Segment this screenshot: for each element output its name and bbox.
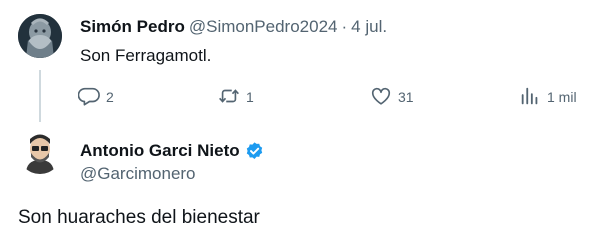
reply-author-handle[interactable]: @Garcimonero (80, 164, 196, 184)
parent-tweet-time[interactable]: 4 jul. (351, 17, 387, 37)
avatar-simon-pedro[interactable] (18, 14, 62, 58)
parent-tweet-text: Son Ferragamotl. (80, 46, 212, 65)
verified-badge-icon (244, 141, 265, 162)
reply-icon (77, 85, 100, 110)
retweet-icon (218, 85, 240, 110)
avatar-antonio-garci-nieto[interactable] (18, 130, 62, 174)
parent-author-handle[interactable]: @SimonPedro2024 (189, 17, 338, 37)
reply-count: 2 (106, 89, 114, 105)
retweet-button[interactable]: 1 (218, 86, 254, 108)
tweet-thread: Simón Pedro @SimonPedro2024 · 4 jul. Son… (0, 0, 603, 240)
parent-author-name[interactable]: Simón Pedro (80, 17, 185, 37)
views-button[interactable]: 1 mil (519, 86, 577, 108)
reply-author-row: Antonio Garci Nieto (80, 140, 265, 162)
thread-connector-line (39, 70, 41, 122)
reply-author-name[interactable]: Antonio Garci Nieto (80, 141, 240, 161)
reply-tweet-text: Son huaraches del bienestar (18, 207, 260, 228)
like-button[interactable]: 31 (370, 86, 414, 108)
heart-icon (370, 85, 392, 110)
retweet-count: 1 (246, 89, 254, 105)
like-count: 31 (398, 89, 414, 105)
parent-tweet-actions: 2 1 31 1 mil (77, 85, 593, 110)
parent-tweet-header: Simón Pedro @SimonPedro2024 · 4 jul. (80, 16, 387, 38)
analytics-icon (519, 85, 541, 110)
separator-dot: · (341, 17, 348, 36)
views-count: 1 mil (547, 89, 577, 105)
reply-button[interactable]: 2 (77, 85, 114, 110)
